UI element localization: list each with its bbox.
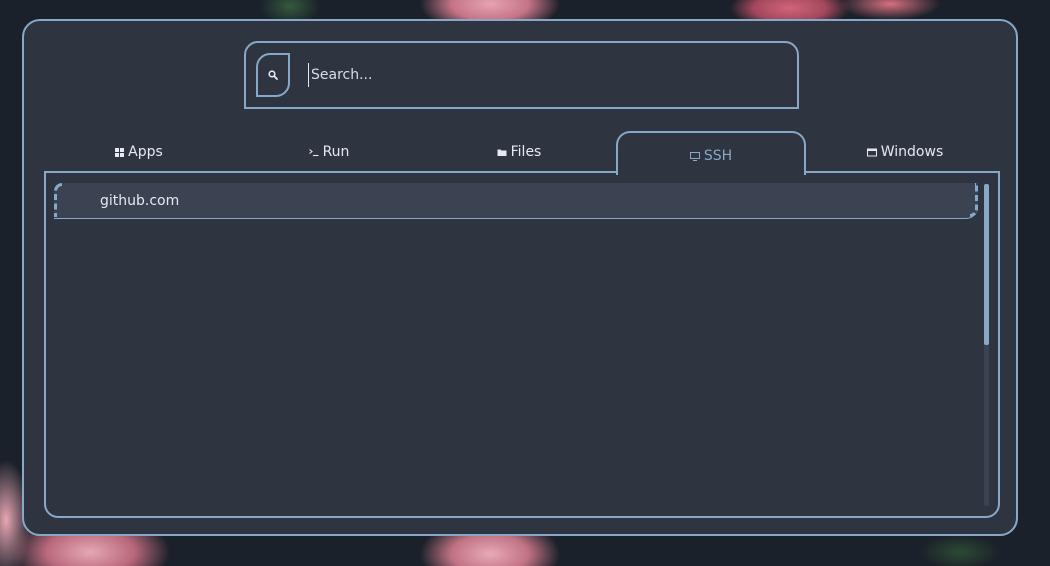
tab-apps[interactable]: Apps bbox=[44, 131, 234, 173]
selection-edge-right bbox=[970, 183, 978, 217]
terminal-icon bbox=[308, 148, 319, 157]
monitor-icon bbox=[689, 151, 700, 161]
scrollbar-thumb[interactable] bbox=[984, 184, 989, 345]
selection-edge-left bbox=[54, 183, 62, 217]
scrollbar[interactable] bbox=[984, 184, 989, 506]
grid-icon bbox=[115, 147, 125, 157]
tab-run[interactable]: Run bbox=[234, 131, 424, 173]
tab-label: Apps bbox=[128, 144, 163, 160]
tab-label: Run bbox=[322, 144, 350, 160]
search-icon bbox=[256, 53, 290, 97]
list-item[interactable]: github.com bbox=[54, 183, 978, 219]
search-input[interactable] bbox=[308, 63, 781, 87]
tab-label: Windows bbox=[880, 144, 944, 160]
folder-icon bbox=[497, 148, 507, 157]
search-bar bbox=[244, 41, 799, 109]
mode-tabs: Apps Run Files SSH Windows bbox=[44, 131, 1000, 175]
tab-windows[interactable]: Windows bbox=[810, 131, 1000, 173]
tab-files[interactable]: Files bbox=[424, 131, 614, 173]
launcher-window: Apps Run Files bbox=[22, 19, 1018, 536]
tab-label: SSH bbox=[703, 148, 733, 164]
tab-label: Files bbox=[510, 144, 542, 160]
results-list: github.com bbox=[44, 171, 1000, 518]
list-item-label: github.com bbox=[100, 192, 180, 209]
window-icon bbox=[866, 148, 877, 157]
tab-ssh[interactable]: SSH bbox=[616, 131, 806, 175]
